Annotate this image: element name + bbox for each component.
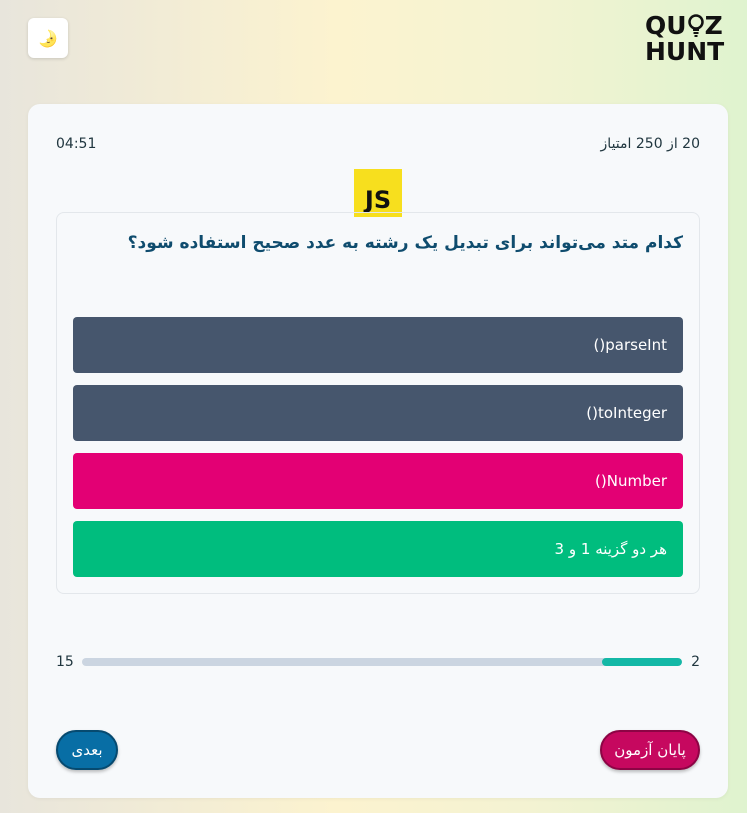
- logo-text-z: Z: [704, 11, 723, 40]
- next-button-label: بعدی: [71, 741, 103, 759]
- progress-fill: [602, 658, 682, 666]
- option-label: parseInt(): [593, 336, 667, 354]
- option-label: هر دو گزینه 1 و 3: [554, 540, 667, 558]
- option-1[interactable]: parseInt(): [73, 317, 683, 373]
- javascript-logo-icon: JS: [354, 169, 402, 217]
- progress-current: 2: [691, 654, 700, 670]
- logo-text-qu: QU: [645, 11, 687, 40]
- timer: 04:51: [56, 136, 97, 152]
- option-2[interactable]: toInteger(): [73, 385, 683, 441]
- score-text: 20 از 250 امتیاز: [600, 136, 700, 152]
- option-3[interactable]: Number(): [73, 453, 683, 509]
- question-text: کدام متد می‌تواند برای تبدیل یک رشته به …: [127, 233, 683, 253]
- end-quiz-button-label: پایان آزمون: [614, 741, 686, 759]
- moon-icon: 🌛: [38, 28, 58, 48]
- question-box: کدام متد می‌تواند برای تبدیل یک رشته به …: [56, 212, 700, 594]
- lightbulb-icon: [687, 14, 704, 37]
- progress-row: 15 2: [56, 654, 700, 670]
- option-4[interactable]: هر دو گزینه 1 و 3: [73, 521, 683, 577]
- progress-total: 15: [56, 654, 74, 670]
- option-label: toInteger(): [586, 404, 667, 422]
- theme-toggle-button[interactable]: 🌛: [28, 18, 68, 58]
- next-button[interactable]: بعدی: [56, 730, 118, 770]
- app-logo: QU Z HUNT: [645, 12, 729, 68]
- option-label: Number(): [595, 472, 667, 490]
- end-quiz-button[interactable]: پایان آزمون: [600, 730, 700, 770]
- progress-bar: [82, 658, 682, 666]
- logo-text-hunt: HUNT: [645, 37, 725, 66]
- quiz-card: 20 از 250 امتیاز 04:51 JS کدام متد می‌تو…: [28, 104, 728, 798]
